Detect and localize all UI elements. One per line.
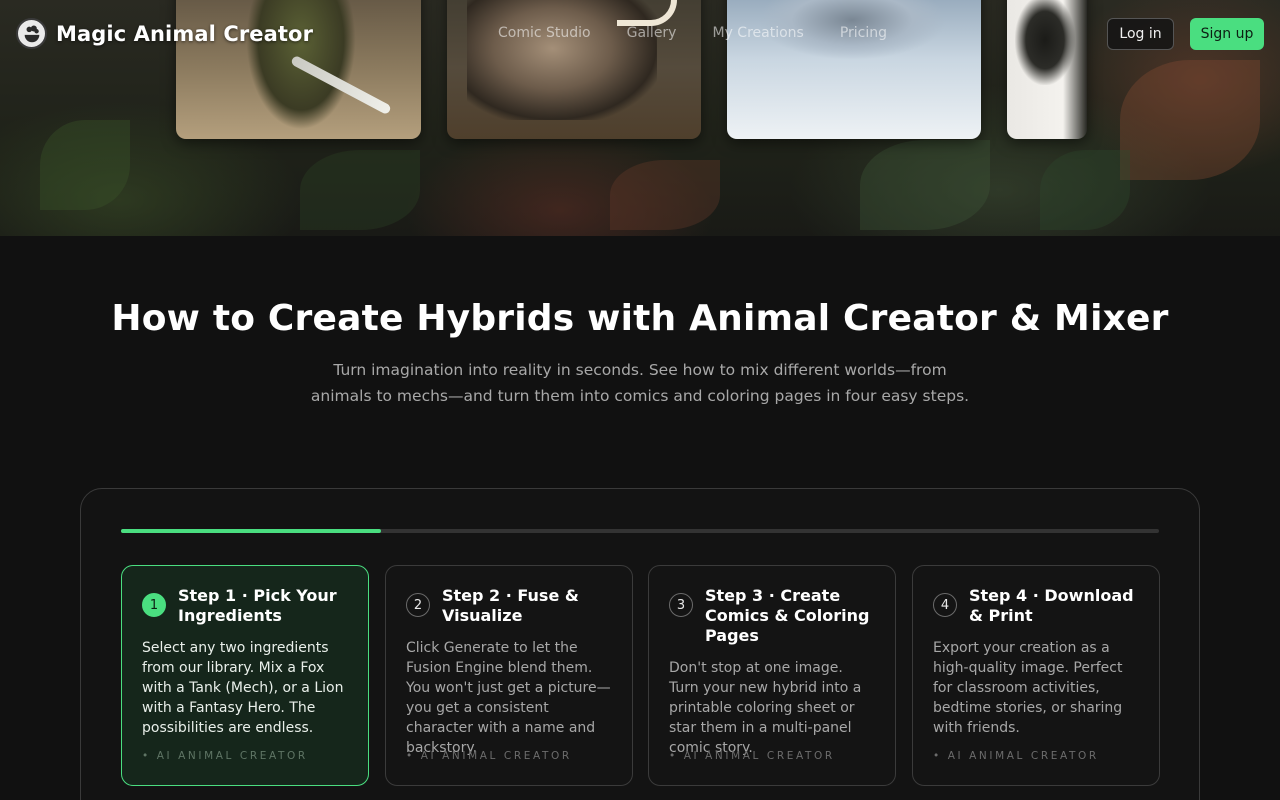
signup-button[interactable]: Sign up [1190, 18, 1264, 50]
step-description: Don't stop at one image. Turn your new h… [669, 660, 862, 756]
step-number-badge: 1 [142, 593, 166, 617]
top-navbar: Magic Animal Creator Comic Studio Galler… [0, 0, 1280, 68]
nav-links: Comic Studio Gallery My Creations Pricin… [498, 25, 923, 41]
step-title: Step 4 · Download & Print [969, 586, 1134, 625]
leaf-decoration [610, 160, 720, 230]
step-tag: • AI ANIMAL CREATOR [669, 750, 835, 762]
step-tag: • AI ANIMAL CREATOR [933, 750, 1099, 762]
leaf-decoration [1120, 60, 1260, 180]
chef-hat-bowl-icon [16, 18, 47, 49]
nav-link-my-creations[interactable]: My Creations [712, 25, 803, 41]
step-card-3[interactable]: 3 Step 3 · Create Comics & Coloring Page… [648, 565, 896, 786]
nav-link-pricing[interactable]: Pricing [840, 25, 887, 41]
leaf-decoration [300, 150, 420, 230]
brand-logo[interactable]: Magic Animal Creator [16, 18, 313, 49]
step-title: Step 1 · Pick Your Ingredients [178, 586, 337, 625]
step-tag: • AI ANIMAL CREATOR [142, 750, 308, 762]
step-number-badge: 3 [669, 593, 693, 617]
step-card-2[interactable]: 2 Step 2 · Fuse & Visualize Click Genera… [385, 565, 633, 786]
step-description: Select any two ingredients from our libr… [142, 640, 344, 736]
brand-name: Magic Animal Creator [56, 21, 314, 46]
step-description: Click Generate to let the Fusion Engine … [406, 640, 611, 756]
steps-progress-bar [121, 529, 1159, 533]
section-subtitle: Turn imagination into reality in seconds… [310, 361, 970, 405]
step-title: Step 3 · Create Comics & Coloring Pages [705, 586, 870, 645]
step-title: Step 2 · Fuse & Visualize [442, 586, 579, 625]
nav-link-comic-studio[interactable]: Comic Studio [498, 25, 591, 41]
step-number-badge: 2 [406, 593, 430, 617]
step-number-badge: 4 [933, 593, 957, 617]
leaf-decoration [1040, 150, 1130, 230]
leaf-decoration [40, 120, 130, 210]
step-description: Export your creation as a high-quality i… [933, 640, 1123, 736]
leaf-decoration [860, 140, 990, 230]
step-tag: • AI ANIMAL CREATOR [406, 750, 572, 762]
step-card-1[interactable]: 1 Step 1 · Pick Your Ingredients Select … [121, 565, 369, 786]
nav-link-gallery[interactable]: Gallery [627, 25, 677, 41]
steps-panel: 1 Step 1 · Pick Your Ingredients Select … [80, 488, 1200, 800]
step-card-4[interactable]: 4 Step 4 · Download & Print Export your … [912, 565, 1160, 786]
section-title: How to Create Hybrids with Animal Creato… [111, 298, 1169, 339]
steps-progress-fill [121, 529, 381, 533]
login-button[interactable]: Log in [1107, 18, 1174, 50]
